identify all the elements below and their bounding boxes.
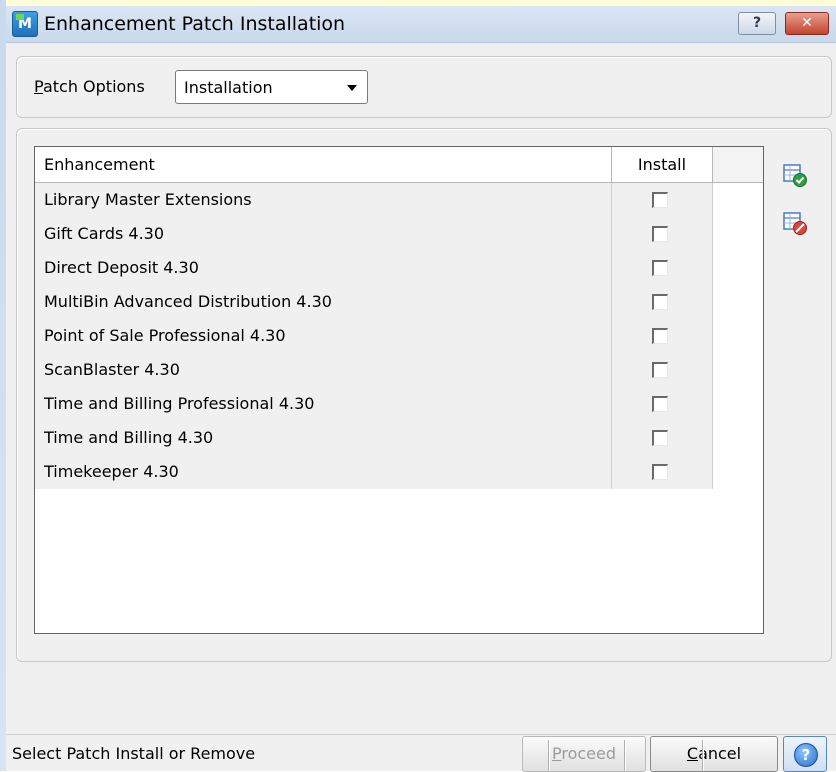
enhancement-name[interactable]: MultiBin Advanced Distribution 4.30: [35, 285, 612, 319]
install-cell[interactable]: [612, 251, 713, 285]
install-cell[interactable]: [612, 387, 713, 421]
window-title: Enhancement Patch Installation: [44, 13, 346, 35]
patch-options-label-mnemonic: P: [34, 77, 43, 96]
install-cell[interactable]: [612, 319, 713, 353]
proceed-label: roceed: [561, 744, 617, 763]
dialog-window: M Enhancement Patch Installation ? ✕ Pat…: [0, 0, 836, 772]
cancel-mnemonic: C: [686, 744, 699, 763]
column-header-install[interactable]: Install: [612, 147, 713, 182]
status-separator: [548, 740, 550, 771]
enhancement-grid[interactable]: Enhancement Install Library Master Exten…: [34, 146, 764, 634]
enhancement-name[interactable]: Time and Billing Professional 4.30: [35, 387, 612, 421]
window-left-border: [0, 0, 6, 771]
install-cell[interactable]: [612, 217, 713, 251]
patch-options-dropdown[interactable]: Installation: [175, 70, 368, 104]
install-checkbox[interactable]: [652, 226, 668, 242]
table-row[interactable]: Point of Sale Professional 4.30: [35, 319, 713, 353]
column-header-enhancement[interactable]: Enhancement: [35, 147, 612, 182]
status-separator: [624, 740, 626, 771]
grid-rows: Library Master Extensions Gift Cards 4.3…: [35, 183, 713, 489]
column-header-filler: [713, 147, 763, 182]
install-checkbox[interactable]: [652, 294, 668, 310]
install-checkbox[interactable]: [652, 328, 668, 344]
install-checkbox[interactable]: [652, 464, 668, 480]
status-separator: [702, 740, 704, 771]
patch-options-label: Patch Options: [34, 77, 145, 96]
grid-header: Enhancement Install: [35, 147, 763, 183]
install-cell[interactable]: [612, 421, 713, 455]
table-row[interactable]: Gift Cards 4.30: [35, 217, 713, 251]
enhancement-name[interactable]: ScanBlaster 4.30: [35, 353, 612, 387]
install-checkbox[interactable]: [652, 430, 668, 446]
proceed-button[interactable]: Proceed: [522, 736, 646, 772]
install-cell[interactable]: [612, 455, 713, 489]
cancel-button[interactable]: Cancel: [650, 736, 778, 772]
enhancement-name[interactable]: Direct Deposit 4.30: [35, 251, 612, 285]
title-close-button[interactable]: ✕: [785, 12, 829, 35]
table-row[interactable]: MultiBin Advanced Distribution 4.30: [35, 285, 713, 319]
help-icon: ?: [794, 743, 818, 767]
install-cell[interactable]: [612, 353, 713, 387]
patch-options-value: Installation: [184, 78, 273, 97]
help-button[interactable]: ?: [783, 736, 827, 772]
title-help-button[interactable]: ?: [738, 12, 776, 35]
install-checkbox[interactable]: [652, 260, 668, 276]
install-checkbox[interactable]: [652, 192, 668, 208]
deselect-all-icon[interactable]: [782, 210, 808, 236]
install-cell[interactable]: [612, 285, 713, 319]
patch-options-label-rest: atch Options: [42, 77, 145, 96]
chevron-down-icon[interactable]: [347, 85, 357, 91]
table-row[interactable]: Direct Deposit 4.30: [35, 251, 713, 285]
table-row[interactable]: Time and Billing 4.30: [35, 421, 713, 455]
enhancement-name[interactable]: Time and Billing 4.30: [35, 421, 612, 455]
table-row[interactable]: Timekeeper 4.30: [35, 455, 713, 489]
table-row[interactable]: Time and Billing Professional 4.30: [35, 387, 713, 421]
enhancement-name[interactable]: Timekeeper 4.30: [35, 455, 612, 489]
install-checkbox[interactable]: [652, 362, 668, 378]
title-bar: M Enhancement Patch Installation ? ✕: [6, 6, 836, 43]
enhancement-name[interactable]: Point of Sale Professional 4.30: [35, 319, 612, 353]
install-cell[interactable]: [612, 183, 713, 217]
enhancement-name[interactable]: Library Master Extensions: [35, 183, 612, 217]
table-row[interactable]: Library Master Extensions: [35, 183, 713, 217]
select-all-icon[interactable]: [782, 162, 808, 188]
table-row[interactable]: ScanBlaster 4.30: [35, 353, 713, 387]
status-text: Select Patch Install or Remove: [12, 744, 256, 763]
cancel-label: ancel: [698, 744, 742, 763]
proceed-mnemonic: P: [551, 744, 562, 763]
enhancement-name[interactable]: Gift Cards 4.30: [35, 217, 612, 251]
install-checkbox[interactable]: [652, 396, 668, 412]
app-icon: M: [12, 11, 38, 37]
status-divider: [6, 734, 836, 735]
